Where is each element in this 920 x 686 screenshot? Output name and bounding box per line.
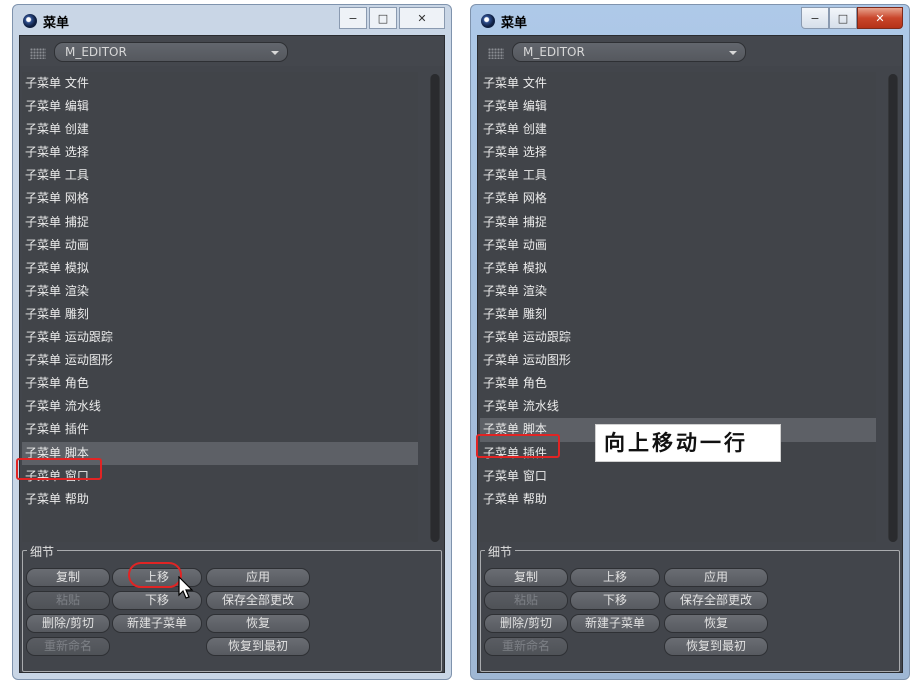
list-item[interactable]: 子菜单 工具 [480, 164, 876, 187]
app-icon [481, 14, 495, 28]
scrollbar-thumb[interactable] [431, 74, 439, 542]
save-all-button[interactable]: 保存全部更改 [206, 591, 310, 610]
selection-highlight-marker [16, 458, 102, 480]
list-item[interactable]: 子菜单 角色 [480, 372, 876, 395]
move-up-highlight-marker [128, 562, 182, 588]
maximize-icon: □ [837, 11, 849, 25]
save-all-button[interactable]: 保存全部更改 [664, 591, 768, 610]
copy-button[interactable]: 复制 [26, 568, 110, 587]
details-label: 细节 [485, 543, 516, 560]
submenu-list: 子菜单 文件 子菜单 编辑 子菜单 创建 子菜单 选择 子菜单 工具 子菜单 网… [480, 72, 876, 542]
list-item[interactable]: 子菜单 编辑 [480, 95, 876, 118]
close-icon: ✕ [875, 11, 885, 25]
new-submenu-button[interactable]: 新建子菜单 [570, 614, 660, 633]
title-bar[interactable]: 菜单 − □ ✕ [13, 5, 451, 35]
paste-button[interactable]: 粘贴 [26, 591, 110, 610]
menu-set-dropdown[interactable]: M_EDITOR [54, 42, 288, 62]
apply-button[interactable]: 应用 [206, 568, 310, 587]
minimize-button[interactable]: − [801, 7, 829, 29]
move-down-button[interactable]: 下移 [570, 591, 660, 610]
list-item[interactable]: 子菜单 运动图形 [22, 349, 418, 372]
list-item[interactable]: 子菜单 动画 [480, 234, 876, 257]
list-item[interactable]: 子菜单 文件 [22, 72, 418, 95]
list-item[interactable]: 子菜单 网格 [480, 187, 876, 210]
list-item[interactable]: 子菜单 流水线 [480, 395, 876, 418]
chevron-down-icon [729, 51, 737, 55]
list-item[interactable]: 子菜单 插件 [22, 418, 418, 441]
rename-button[interactable]: 重新命名 [484, 637, 568, 656]
scrollbar-thumb[interactable] [889, 74, 897, 542]
list-item[interactable]: 子菜单 运动跟踪 [22, 326, 418, 349]
menu-set-dropdown[interactable]: M_EDITOR [512, 42, 746, 62]
details-label: 细节 [27, 543, 58, 560]
maximize-icon: □ [377, 11, 389, 25]
list-item[interactable]: 子菜单 模拟 [480, 257, 876, 280]
list-item[interactable]: 子菜单 运动跟踪 [480, 326, 876, 349]
restore-button[interactable]: 恢复 [206, 614, 310, 633]
menu-editor-panel: M_EDITOR 子菜单 文件 子菜单 编辑 子菜单 创建 子菜单 选择 子菜单… [16, 35, 445, 673]
list-item[interactable]: 子菜单 雕刻 [22, 303, 418, 326]
list-scrollbar[interactable] [430, 74, 440, 542]
list-item[interactable]: 子菜单 渲染 [480, 280, 876, 303]
app-icon [23, 14, 37, 28]
list-item[interactable]: 子菜单 捕捉 [22, 211, 418, 234]
menu-set-value: M_EDITOR [65, 45, 127, 59]
minimize-button[interactable]: − [339, 7, 367, 29]
delete-cut-button[interactable]: 删除/剪切 [484, 614, 568, 633]
apply-button[interactable]: 应用 [664, 568, 768, 587]
list-item[interactable]: 子菜单 选择 [22, 141, 418, 164]
menu-editor-panel: M_EDITOR 子菜单 文件 子菜单 编辑 子菜单 创建 子菜单 选择 子菜单… [476, 35, 903, 673]
copy-button[interactable]: 复制 [484, 568, 568, 587]
list-item[interactable]: 子菜单 工具 [22, 164, 418, 187]
minimize-icon: − [810, 11, 820, 25]
delete-cut-button[interactable]: 删除/剪切 [26, 614, 110, 633]
maximize-button[interactable]: □ [369, 7, 397, 29]
list-item[interactable]: 子菜单 雕刻 [480, 303, 876, 326]
list-item[interactable]: 子菜单 网格 [22, 187, 418, 210]
list-item[interactable]: 子菜单 窗口 [480, 465, 876, 488]
list-item[interactable]: 子菜单 模拟 [22, 257, 418, 280]
close-button[interactable]: ✕ [399, 7, 445, 29]
drag-grip-icon[interactable] [488, 48, 504, 59]
menu-toolbar: M_EDITOR [478, 36, 902, 66]
menu-window-before: 菜单 − □ ✕ M_EDITOR 子菜单 文件 子菜单 编辑 子菜单 创建 子… [12, 4, 452, 680]
list-item[interactable]: 子菜单 运动图形 [480, 349, 876, 372]
chevron-down-icon [271, 51, 279, 55]
drag-grip-icon[interactable] [30, 48, 46, 59]
restore-button[interactable]: 恢复 [664, 614, 768, 633]
list-item[interactable]: 子菜单 创建 [22, 118, 418, 141]
minimize-icon: − [348, 11, 358, 25]
title-bar[interactable]: 菜单 − □ ✕ [471, 5, 909, 35]
close-button[interactable]: ✕ [857, 7, 903, 29]
move-up-button[interactable]: 上移 [570, 568, 660, 587]
menu-set-value: M_EDITOR [523, 45, 585, 59]
list-item[interactable]: 子菜单 创建 [480, 118, 876, 141]
window-title: 菜单 [501, 16, 528, 31]
restore-initial-button[interactable]: 恢复到最初 [206, 637, 310, 656]
maximize-button[interactable]: □ [829, 7, 857, 29]
list-item[interactable]: 子菜单 角色 [22, 372, 418, 395]
annotation-callout: 向上移动一行 [595, 424, 781, 462]
new-submenu-button[interactable]: 新建子菜单 [112, 614, 202, 633]
list-item[interactable]: 子菜单 选择 [480, 141, 876, 164]
close-icon: ✕ [417, 11, 427, 25]
window-title: 菜单 [43, 16, 70, 31]
list-item[interactable]: 子菜单 渲染 [22, 280, 418, 303]
restore-initial-button[interactable]: 恢复到最初 [664, 637, 768, 656]
selection-highlight-marker [476, 434, 560, 458]
list-item[interactable]: 子菜单 编辑 [22, 95, 418, 118]
rename-button[interactable]: 重新命名 [26, 637, 110, 656]
paste-button[interactable]: 粘贴 [484, 591, 568, 610]
list-item[interactable]: 子菜单 流水线 [22, 395, 418, 418]
list-scrollbar[interactable] [888, 74, 898, 542]
list-item[interactable]: 子菜单 文件 [480, 72, 876, 95]
list-item[interactable]: 子菜单 帮助 [22, 488, 418, 511]
menu-window-after: 菜单 − □ ✕ M_EDITOR 子菜单 文件 子菜单 编辑 子菜单 创建 子… [470, 4, 910, 680]
list-item[interactable]: 子菜单 捕捉 [480, 211, 876, 234]
list-item[interactable]: 子菜单 动画 [22, 234, 418, 257]
list-item[interactable]: 子菜单 帮助 [480, 488, 876, 511]
menu-toolbar: M_EDITOR [20, 36, 444, 66]
